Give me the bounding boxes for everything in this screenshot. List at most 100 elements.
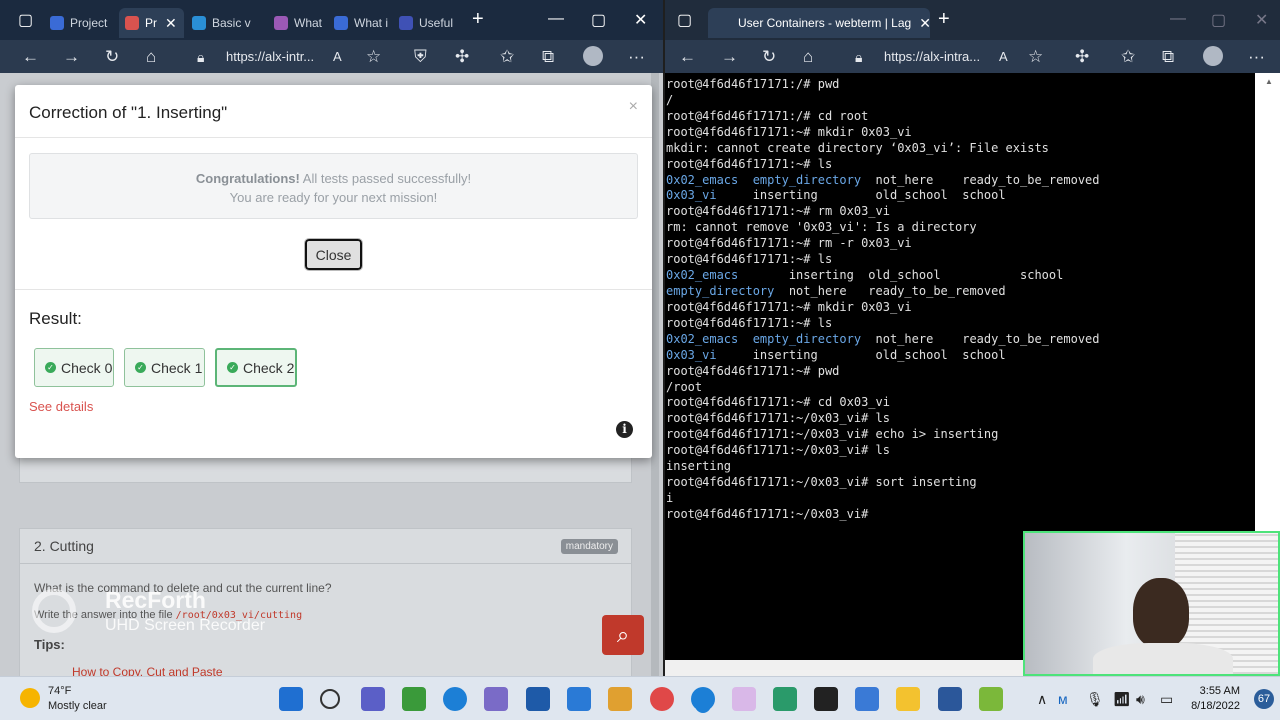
terminal-text: root@4f6d46f17171:~/0x03_vi# [666, 506, 876, 521]
favorites-icon[interactable]: ✩ [500, 47, 514, 67]
modal-close-icon[interactable]: × [629, 98, 638, 116]
edge-icon[interactable] [443, 687, 467, 711]
lock-icon[interactable]: 🔒︎ [855, 49, 862, 66]
terminal-text: / [666, 92, 674, 107]
bluestacks-icon[interactable] [979, 687, 1003, 711]
clock[interactable]: 3:55 AM 8/18/2022 [1191, 684, 1240, 714]
weather-widget[interactable]: 74°F Mostly clear [48, 684, 107, 714]
terminal-line: root@4f6d46f17171:~# rm 0x03_vi [666, 204, 1255, 220]
tab-close-icon[interactable]: ✕ [919, 15, 930, 32]
forward-icon[interactable]: → [721, 47, 738, 67]
favorites-icon[interactable]: ✩ [1121, 47, 1135, 67]
calculator-icon[interactable] [855, 687, 879, 711]
profile-avatar[interactable] [1203, 46, 1223, 66]
refresh-icon[interactable]: ↻ [105, 47, 119, 67]
notepad-icon[interactable] [402, 687, 426, 711]
home-icon[interactable]: ⌂ [146, 47, 156, 67]
maximize-icon[interactable]: ▢ [1211, 10, 1226, 30]
terminal-line: root@4f6d46f17171:/# cd root [666, 109, 1255, 125]
network-icon[interactable] [484, 687, 508, 711]
battery-icon[interactable]: ▭ [1160, 691, 1173, 708]
vscode-icon[interactable] [567, 687, 591, 711]
close-window-icon[interactable]: ✕ [634, 10, 647, 30]
tab-actions-icon[interactable]: ▢ [677, 10, 692, 30]
address-url[interactable]: https://alx-intra... [884, 49, 980, 64]
forward-icon[interactable]: → [63, 47, 80, 67]
terminal-icon[interactable] [814, 687, 838, 711]
browser-tab[interactable]: Pr ✕ [119, 8, 184, 38]
maximize-icon[interactable]: ▢ [591, 10, 606, 30]
page-scrollbar[interactable] [651, 73, 659, 676]
modal-body-divider [15, 289, 652, 290]
favorite-icon[interactable]: ☆ [1028, 47, 1043, 67]
left-address-bar: ← → ↻ ⌂ 🔒︎ https://alx-intr... A ☆ ⛨ ✣ ✩… [0, 40, 663, 73]
congrats-line2: You are ready for your next mission! [229, 190, 438, 205]
search-icon[interactable]: ⌕ [602, 615, 644, 655]
close-button[interactable]: Close [304, 238, 363, 271]
edge-active-icon[interactable] [691, 687, 715, 711]
new-tab-icon[interactable]: + [472, 8, 484, 31]
close-window-icon[interactable]: ✕ [1255, 10, 1268, 30]
shield-icon[interactable]: ⛨ [414, 47, 427, 67]
left-tab-bar: ▢ Project Pr ✕ Basic v What i What i Useful + … [0, 0, 663, 44]
volume-icon[interactable]: 🔊︎ [1136, 691, 1145, 708]
lock-icon[interactable]: 🔒︎ [197, 49, 204, 66]
terminal-text: 0x02_emacs [666, 172, 739, 187]
see-details-link[interactable]: See details [29, 399, 93, 414]
tab-user-containers[interactable]: User Containers - webterm | Lag ✕ [708, 8, 930, 38]
extensions-icon[interactable]: ✣ [455, 47, 469, 67]
weather-sun-icon[interactable] [20, 688, 40, 708]
photos-icon[interactable] [732, 687, 756, 711]
word-icon[interactable] [938, 687, 962, 711]
read-aloud-icon[interactable]: A [333, 49, 342, 64]
modal-title: Correction of "1. Inserting" [29, 103, 228, 122]
browser-tab[interactable]: What i [268, 8, 326, 38]
notification-badge[interactable]: 67 [1254, 689, 1274, 709]
store-icon[interactable] [608, 687, 632, 711]
minimize-icon[interactable]: — [1170, 10, 1186, 28]
check-0-button[interactable]: ✓ Check 0 [34, 348, 114, 387]
back-icon[interactable]: ← [22, 47, 39, 67]
scroll-up-icon[interactable]: ▲ [1265, 77, 1273, 86]
recorder-icon[interactable] [650, 687, 674, 711]
microphone-icon[interactable]: 🎙︎ [1086, 691, 1104, 708]
tip-link[interactable]: How to Copy, Cut and Paste [72, 665, 223, 676]
chat-icon[interactable] [361, 687, 385, 711]
check-1-button[interactable]: ✓ Check 1 [124, 348, 205, 387]
chevron-up-icon[interactable]: ∧ [1037, 691, 1047, 708]
more-icon[interactable]: ··· [628, 47, 645, 67]
collections-icon[interactable]: ⧉ [1162, 47, 1174, 67]
browser-tab[interactable]: Basic v [186, 8, 266, 38]
success-alert: Congratulations! All tests passed succes… [29, 153, 638, 219]
start-icon[interactable] [279, 687, 303, 711]
tab-close-icon[interactable]: ✕ [165, 15, 177, 32]
address-url[interactable]: https://alx-intr... [226, 49, 314, 64]
profile-avatar[interactable] [583, 46, 603, 66]
check-2-button[interactable]: ✓ Check 2 [215, 348, 297, 387]
outlook-icon[interactable] [526, 687, 550, 711]
new-tab-icon[interactable]: + [938, 8, 950, 31]
snip-icon[interactable] [773, 687, 797, 711]
browser-tab[interactable]: What i [328, 8, 390, 38]
favorite-icon[interactable]: ☆ [366, 47, 381, 67]
browser-tab[interactable]: Useful [393, 8, 463, 38]
minimize-icon[interactable]: — [548, 10, 564, 28]
file-explorer-icon[interactable] [896, 687, 920, 711]
search-icon[interactable] [320, 689, 340, 709]
wifi-icon[interactable]: 📶︎ [1113, 691, 1131, 708]
more-icon[interactable]: ··· [1248, 47, 1265, 67]
meet-icon[interactable]: ᴍ [1058, 691, 1068, 707]
info-icon[interactable]: i [616, 421, 633, 438]
read-aloud-icon[interactable]: A [999, 49, 1008, 64]
home-icon[interactable]: ⌂ [803, 47, 813, 67]
back-icon[interactable]: ← [679, 47, 696, 67]
browser-tab[interactable]: Project [44, 8, 116, 38]
tab-actions-icon[interactable]: ▢ [18, 10, 33, 30]
correction-modal: Correction of "1. Inserting" × Congratul… [15, 85, 652, 458]
collections-icon[interactable]: ⧉ [542, 47, 554, 67]
tab-label: Project [70, 16, 108, 30]
terminal-line: i [666, 491, 1255, 507]
refresh-icon[interactable]: ↻ [762, 47, 776, 67]
extensions-icon[interactable]: ✣ [1075, 47, 1089, 67]
